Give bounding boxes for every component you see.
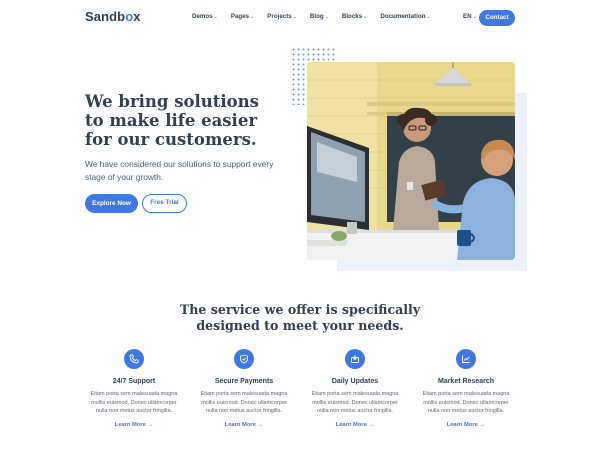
services-title: The service we offer is specifically des… (179, 302, 421, 333)
chevron-down-icon: ⌄ (426, 14, 431, 20)
nav-item-pages[interactable]: Pages⌄ (231, 13, 254, 20)
chevron-down-icon: ⌄ (324, 14, 329, 20)
chevron-down-icon: ⌄ (472, 14, 477, 20)
feature-description: Etiam porta sem malesuada magna mollis e… (311, 391, 399, 414)
logo[interactable]: Sandbox (85, 9, 141, 24)
nav-label: Projects (267, 13, 292, 20)
feature-card-payments: Secure Payments Etiam porta sem malesuad… (194, 349, 294, 428)
feature-title: 24/7 Support (112, 378, 156, 385)
arrow-right-icon: → (368, 421, 375, 428)
navbar: Sandbox Demos⌄ Pages⌄ Projects⌄ Blog⌄ Bl… (0, 0, 600, 36)
arrow-right-icon: → (479, 421, 486, 428)
feature-description: Etiam porta sem malesuada magna mollis e… (422, 391, 510, 414)
nav-item-documentation[interactable]: Documentation⌄ (380, 13, 430, 20)
arrow-right-icon: → (257, 421, 264, 428)
shield-icon (234, 349, 254, 369)
feature-card-updates: Daily Updates Etiam porta sem malesuada … (305, 349, 405, 428)
nav-label: Blocks (341, 13, 363, 20)
learn-more-label: Learn More (114, 421, 146, 428)
arrow-right-icon: → (147, 421, 154, 428)
chevron-down-icon: ⌄ (250, 14, 255, 20)
nav-label: Documentation (380, 13, 426, 20)
chevron-down-icon: ⌄ (363, 14, 368, 20)
learn-more-label: Learn More (335, 421, 367, 428)
learn-more-label: Learn More (446, 421, 478, 428)
learn-more-label: Learn More (224, 421, 256, 428)
logo-text-end: x (133, 9, 141, 24)
free-trial-button[interactable]: Free Trial (142, 194, 187, 213)
feature-description: Etiam porta sem malesuada magna mollis e… (90, 391, 178, 414)
chevron-down-icon: ⌄ (292, 14, 297, 20)
explore-now-button[interactable]: Explore Now (85, 194, 138, 213)
language-label: EN (463, 13, 472, 20)
nav-item-projects[interactable]: Projects⌄ (267, 13, 297, 20)
logo-text: Sandb (85, 9, 126, 24)
main-menu: Demos⌄ Pages⌄ Projects⌄ Blog⌄ Blocks⌄ Do… (192, 13, 444, 20)
feature-description: Etiam porta sem malesuada magna mollis e… (200, 391, 288, 414)
contact-button[interactable]: Contact (479, 10, 515, 26)
nav-label: Demos (192, 13, 213, 20)
nav-item-blocks[interactable]: Blocks⌄ (342, 13, 368, 20)
nav-label: Blog (309, 13, 324, 20)
feature-title: Daily Updates (331, 378, 379, 385)
learn-more-link[interactable]: Learn More → (305, 422, 405, 428)
learn-more-link[interactable]: Learn More → (194, 422, 294, 428)
feature-title: Market Research (437, 378, 495, 385)
feature-title: Secure Payments (214, 378, 274, 385)
feature-card-support: 24/7 Support Etiam porta sem malesuada m… (84, 349, 184, 428)
feature-card-research: Market Research Etiam porta sem malesuad… (416, 349, 516, 428)
phone-icon (124, 349, 144, 369)
hero-subtitle: We have considered our solutions to supp… (85, 159, 274, 182)
learn-more-link[interactable]: Learn More → (84, 422, 184, 428)
nav-item-blog[interactable]: Blog⌄ (310, 13, 329, 20)
language-selector[interactable]: EN⌄ (463, 13, 477, 20)
update-icon (345, 349, 365, 369)
learn-more-link[interactable]: Learn More → (416, 422, 516, 428)
nav-label: Pages (230, 13, 250, 20)
chevron-down-icon: ⌄ (213, 14, 218, 20)
chart-icon (456, 349, 476, 369)
hero-image (307, 62, 515, 260)
hero-title: We bring solutions to make life easier f… (85, 92, 259, 149)
nav-item-demos[interactable]: Demos⌄ (192, 13, 218, 20)
